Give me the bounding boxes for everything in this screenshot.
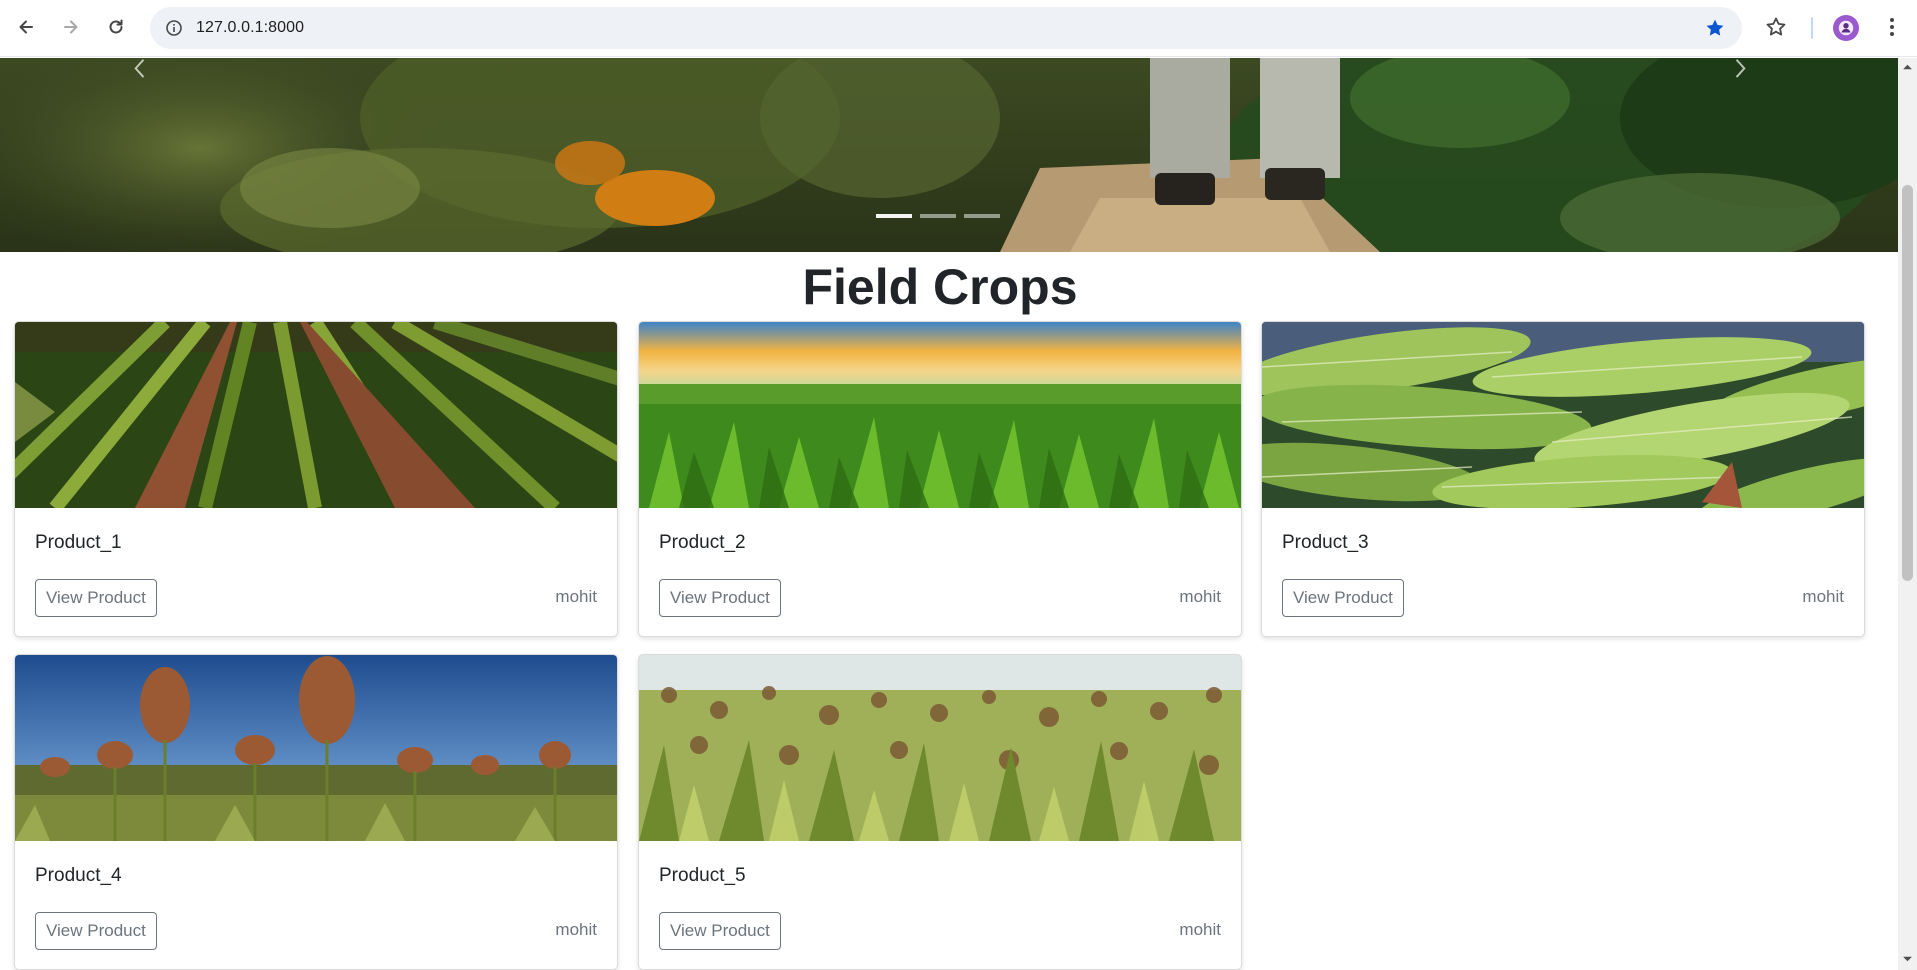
product-title: Product_4 <box>35 865 122 886</box>
product-card: Product_1 View Product mohit <box>14 321 618 637</box>
page-scrollbar[interactable] <box>1898 58 1917 970</box>
view-product-button[interactable]: View Product <box>659 912 781 950</box>
address-bar[interactable]: 127.0.0.1:8000 <box>150 7 1742 49</box>
browser-toolbar: 127.0.0.1:8000 <box>0 0 1917 57</box>
reload-icon <box>109 19 123 34</box>
page-viewport: Field Crops Product_1 View Product mohit… <box>0 58 1898 970</box>
toolbar-divider <box>1811 17 1813 39</box>
bookmarks-button[interactable] <box>1763 14 1789 40</box>
carousel-next-button[interactable] <box>1710 58 1770 78</box>
product-image <box>639 322 1241 508</box>
profile-avatar[interactable] <box>1833 15 1859 41</box>
browser-menu-button[interactable] <box>1879 14 1905 40</box>
profile-icon <box>1838 20 1854 36</box>
product-author: mohit <box>1802 587 1844 606</box>
product-image <box>15 322 617 508</box>
back-button[interactable] <box>12 13 40 41</box>
info-icon[interactable] <box>164 18 184 38</box>
section-title: Field Crops <box>802 259 1078 315</box>
url-text[interactable]: 127.0.0.1:8000 <box>196 19 304 37</box>
view-product-button[interactable]: View Product <box>659 579 781 617</box>
product-author: mohit <box>555 587 597 606</box>
star-outline-icon <box>1766 17 1786 36</box>
scroll-down-arrow-icon[interactable] <box>1902 954 1913 964</box>
product-title: Product_3 <box>1282 532 1369 553</box>
product-card: Product_4 View Product mohit <box>14 654 618 970</box>
product-card: Product_2 View Product mohit <box>638 321 1242 637</box>
product-author: mohit <box>1179 587 1221 606</box>
chevron-right-icon <box>1735 59 1746 78</box>
reload-button[interactable] <box>102 13 130 41</box>
product-image <box>1262 322 1864 508</box>
product-image <box>639 655 1241 841</box>
carousel-prev-button[interactable] <box>110 58 170 78</box>
hero-carousel <box>0 58 1898 252</box>
view-product-button[interactable]: View Product <box>35 912 157 950</box>
product-title: Product_5 <box>659 865 746 886</box>
view-product-button[interactable]: View Product <box>1282 579 1404 617</box>
carousel-indicator[interactable] <box>920 214 956 218</box>
product-title: Product_1 <box>35 532 122 553</box>
carousel-slide-image <box>0 58 1898 252</box>
carousel-indicator[interactable] <box>876 214 912 218</box>
view-product-button[interactable]: View Product <box>35 579 157 617</box>
product-author: mohit <box>1179 920 1221 939</box>
forward-button[interactable] <box>57 13 85 41</box>
product-card: Product_5 View Product mohit <box>638 654 1242 970</box>
kebab-menu-icon <box>1890 18 1894 36</box>
star-filled-icon[interactable] <box>1704 17 1726 39</box>
scrollbar-thumb[interactable] <box>1902 185 1913 581</box>
product-image <box>15 655 617 841</box>
arrow-left-icon <box>19 20 33 34</box>
product-title: Product_2 <box>659 532 746 553</box>
chevron-left-icon <box>134 59 145 78</box>
arrow-right-icon <box>64 20 78 34</box>
carousel-indicators <box>876 214 1000 218</box>
carousel-indicator[interactable] <box>964 214 1000 218</box>
product-author: mohit <box>555 920 597 939</box>
scroll-up-arrow-icon[interactable] <box>1902 62 1913 72</box>
product-card: Product_3 View Product mohit <box>1261 321 1865 637</box>
